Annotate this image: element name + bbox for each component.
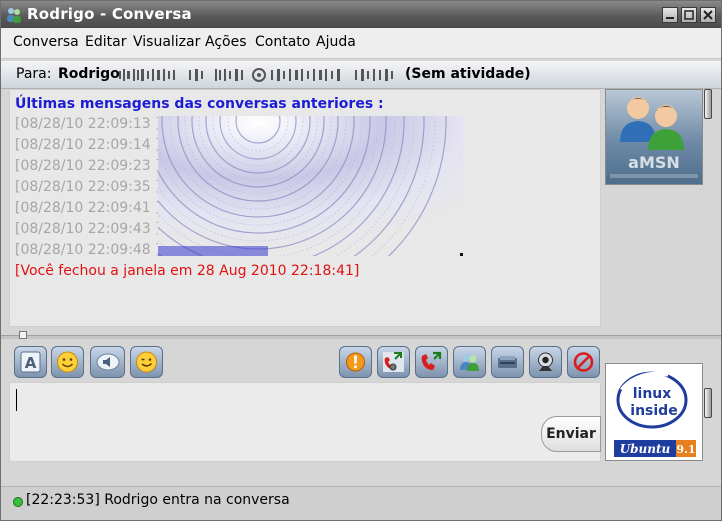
- amsn-logo-text: aMSN: [628, 153, 680, 172]
- menu-conversa[interactable]: Conversa: [13, 34, 79, 50]
- minimize-button[interactable]: [662, 7, 678, 23]
- text-caret: [16, 389, 17, 411]
- linux-text: linux: [633, 386, 672, 402]
- close-icon: [703, 10, 713, 20]
- block-icon: [573, 352, 594, 372]
- font-button[interactable]: A: [14, 346, 47, 378]
- emoticon-button[interactable]: [51, 346, 84, 378]
- menu-acoes[interactable]: Ações: [205, 34, 247, 50]
- smiley-icon: [57, 351, 78, 373]
- menu-editar[interactable]: Editar: [85, 34, 126, 50]
- contact-name: Rodrigo: [58, 66, 120, 82]
- webcam-button[interactable]: [529, 346, 562, 378]
- status-message: [22:23:53] Rodrigo entra na conversa: [26, 492, 290, 508]
- invite-contact-icon: [460, 354, 479, 371]
- ubuntu-text: Ubuntu: [620, 442, 671, 456]
- online-status-icon: [13, 497, 23, 507]
- voice-call-icon: [421, 351, 442, 370]
- menu-bar: Conversa Editar Visualizar Ações Contato…: [1, 28, 721, 59]
- wink-icon: [136, 351, 157, 373]
- menu-ajuda[interactable]: Ajuda: [316, 34, 356, 50]
- send-button[interactable]: Enviar: [541, 416, 601, 452]
- webcam-pattern-image: [158, 116, 463, 256]
- menu-contato[interactable]: Contato: [255, 34, 310, 50]
- nudge-icon: [346, 352, 365, 372]
- splitter-grip[interactable]: [19, 331, 27, 339]
- history-timestamp: [08/28/10 22:09:23 ]: [15, 158, 161, 174]
- block-button[interactable]: [567, 346, 600, 378]
- recipient-bar: Para: Rodrigo (Sem atividade): [1, 61, 721, 89]
- to-label: Para:: [16, 66, 52, 82]
- amsn-logo-avatar: aMSN: [606, 90, 702, 184]
- wink-button[interactable]: [130, 346, 163, 378]
- close-button[interactable]: [700, 7, 716, 23]
- title-bar[interactable]: Rodrigo - Conversa: [1, 1, 721, 28]
- maximize-icon: [684, 10, 694, 20]
- chat-history[interactable]: Últimas mensagens das conversas anterior…: [9, 89, 601, 327]
- maximize-button[interactable]: [681, 7, 697, 23]
- voice-clip-button[interactable]: [90, 346, 125, 378]
- menu-visualizar[interactable]: Visualizar: [133, 34, 200, 50]
- send-file-button[interactable]: [491, 346, 524, 378]
- version-text: 9.1: [676, 443, 695, 456]
- history-timestamp: [08/28/10 22:09:41 ]: [15, 200, 161, 216]
- inside-text: inside: [630, 403, 677, 419]
- history-timestamp: [08/28/10 22:09:13 ]: [15, 116, 161, 132]
- personal-message-pattern: [119, 68, 393, 82]
- contact-avatar-toggle[interactable]: [704, 89, 712, 119]
- history-timestamp: [08/28/10 22:09:35 ]: [15, 179, 161, 195]
- font-icon: A: [20, 351, 41, 373]
- history-timestamp: [08/28/10 22:09:14 ]: [15, 137, 161, 153]
- webcam-icon: [538, 352, 553, 371]
- history-timestamp: [08/28/10 22:09:48 ]: [15, 242, 161, 258]
- amsn-app-icon: [7, 8, 21, 23]
- history-heading: Últimas mensagens das conversas anterior…: [15, 96, 384, 112]
- user-avatar[interactable]: linux inside Ubuntu 9.1: [605, 363, 703, 461]
- status-bar: [22:23:53] Rodrigo entra na conversa: [1, 486, 721, 520]
- contact-status: (Sem atividade): [405, 66, 531, 82]
- stray-pixel: [460, 253, 463, 256]
- send-file-icon: [498, 356, 517, 368]
- chat-window: Rodrigo - Conversa Conversa Editar Visua…: [0, 0, 722, 521]
- invite-contact-button[interactable]: [453, 346, 486, 378]
- webcam-call-icon: [383, 352, 404, 372]
- user-avatar-toggle[interactable]: [704, 388, 712, 418]
- webcam-call-button[interactable]: [377, 346, 410, 378]
- voice-clip-icon: [96, 353, 120, 371]
- svg-text:A: A: [25, 354, 37, 372]
- window-title: Rodrigo - Conversa: [27, 5, 192, 23]
- pane-splitter[interactable]: [1, 335, 721, 339]
- contact-avatar[interactable]: aMSN: [605, 89, 703, 185]
- minimize-icon: [666, 17, 674, 19]
- message-input[interactable]: [9, 382, 601, 462]
- voice-call-button[interactable]: [415, 346, 448, 378]
- linux-inside-avatar: linux inside Ubuntu 9.1: [606, 364, 702, 460]
- window-closed-notice: [Você fechou a janela em 28 Aug 2010 22:…: [15, 263, 360, 279]
- nudge-button[interactable]: [339, 346, 372, 378]
- history-timestamp: [08/28/10 22:09:43 ]: [15, 221, 161, 237]
